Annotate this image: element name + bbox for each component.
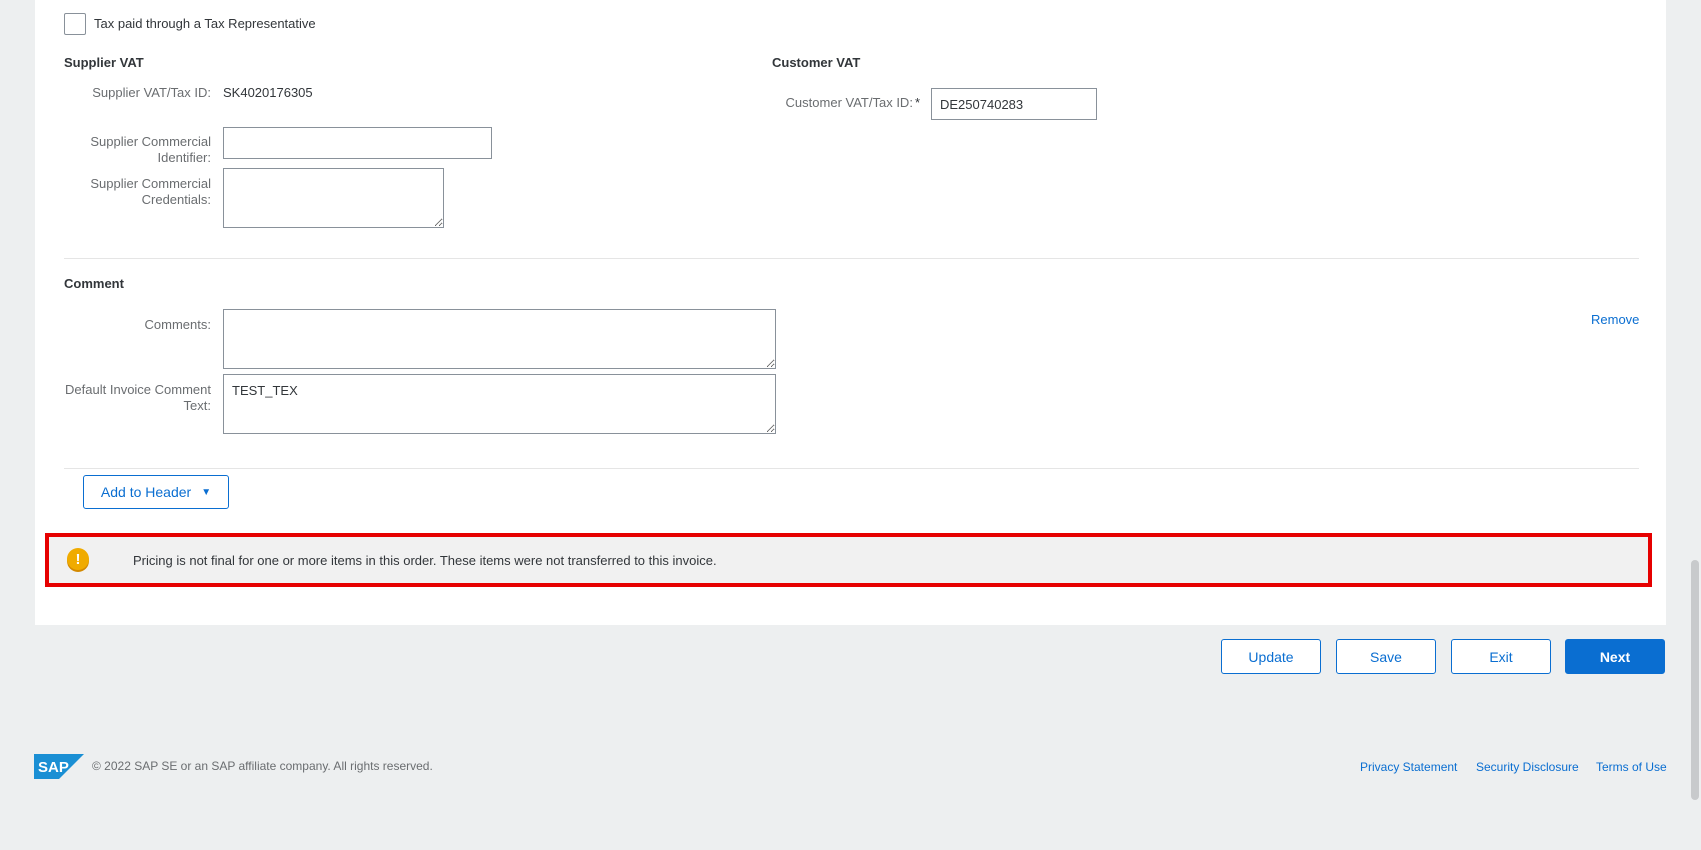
supplier-commercial-identifier-label: Supplier Commercial Identifier: (90, 134, 211, 165)
customer-vat-id-input[interactable] (931, 88, 1097, 120)
section-divider (64, 468, 1639, 469)
supplier-commercial-credentials-label: Supplier Commercial Credentials: (90, 176, 211, 207)
sap-logo-text: SAP (38, 759, 69, 776)
next-button[interactable]: Next (1565, 639, 1665, 674)
customer-vat-title: Customer VAT (772, 55, 861, 70)
supplier-vat-title: Supplier VAT (64, 55, 144, 70)
required-marker: * (914, 95, 920, 110)
chevron-down-icon: ▼ (201, 486, 212, 498)
supplier-commercial-credentials-textarea[interactable] (223, 168, 444, 228)
add-to-header-button[interactable]: Add to Header ▼ (83, 475, 229, 509)
terms-of-use-link[interactable]: Terms of Use (1596, 760, 1667, 774)
comments-label: Comments: (144, 317, 211, 332)
save-button[interactable]: Save (1336, 639, 1436, 674)
page-scrollbar[interactable] (1689, 0, 1701, 850)
remove-comment-link[interactable]: Remove (1591, 312, 1639, 327)
security-disclosure-link[interactable]: Security Disclosure (1476, 760, 1579, 774)
warning-message-strip: ! Pricing is not final for one or more i… (45, 533, 1652, 587)
comments-textarea[interactable] (223, 309, 776, 369)
copyright-text: © 2022 SAP SE or an SAP affiliate compan… (92, 759, 433, 773)
update-button[interactable]: Update (1221, 639, 1321, 674)
default-invoice-comment-label: Default Invoice Comment Text: (65, 382, 211, 413)
sap-logo: SAP (34, 754, 84, 779)
warning-message-text: Pricing is not final for one or more ite… (133, 553, 717, 568)
tax-representative-checkbox[interactable] (64, 13, 86, 35)
default-invoice-comment-textarea[interactable]: TEST_TEX (223, 374, 776, 434)
privacy-statement-link[interactable]: Privacy Statement (1360, 760, 1457, 774)
supplier-vat-id-label: Supplier VAT/Tax ID: (92, 85, 211, 100)
supplier-vat-id-value: SK4020176305 (223, 85, 313, 100)
supplier-commercial-identifier-input[interactable] (223, 127, 492, 159)
section-divider (64, 258, 1639, 259)
exit-button[interactable]: Exit (1451, 639, 1551, 674)
customer-vat-id-label: Customer VAT/Tax ID: * (785, 95, 920, 110)
scrollbar-thumb[interactable] (1691, 560, 1699, 800)
warning-icon: ! (67, 548, 89, 570)
add-to-header-label: Add to Header (100, 484, 192, 500)
comment-title: Comment (64, 276, 124, 291)
tax-representative-label: Tax paid through a Tax Representative (94, 16, 316, 31)
